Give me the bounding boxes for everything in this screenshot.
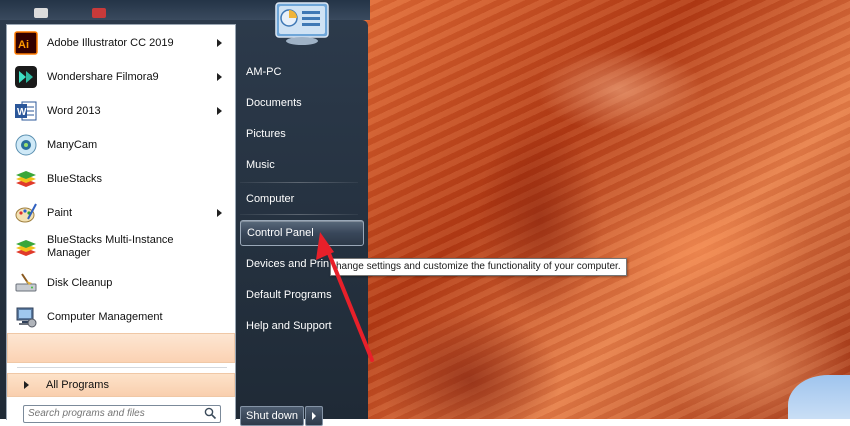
svg-text:Ai: Ai: [18, 39, 29, 51]
bluestacks-multi-icon: [13, 235, 39, 261]
submenu-arrow-icon[interactable]: [217, 39, 222, 47]
program-item-word[interactable]: W Word 2013: [7, 95, 235, 127]
right-item-am-pc[interactable]: AM-PC: [240, 60, 362, 84]
search-input[interactable]: [28, 407, 198, 420]
control-panel-icon: [272, 2, 332, 46]
divider: [17, 367, 227, 368]
start-menu: Ai Adobe Illustrator CC 2019 Wondershare…: [0, 20, 368, 426]
submenu-arrow-icon[interactable]: [217, 73, 222, 81]
search-box[interactable]: [23, 405, 221, 423]
shutdown-options-button[interactable]: [305, 406, 323, 426]
arrow-right-icon: [24, 381, 29, 389]
program-item-illustrator[interactable]: Ai Adobe Illustrator CC 2019: [7, 27, 235, 59]
divider: [240, 214, 358, 215]
right-item-documents[interactable]: Documents: [240, 91, 362, 115]
program-label: Wondershare Filmora9: [47, 70, 159, 83]
program-label: BlueStacks: [47, 172, 103, 185]
all-programs-button[interactable]: All Programs: [7, 373, 235, 397]
program-label: Paint: [47, 206, 73, 219]
program-item-bluestacks-multi[interactable]: BlueStacks Multi-Instance Manager: [7, 231, 235, 265]
manycam-icon: [13, 132, 39, 158]
program-item-disk-cleanup[interactable]: Disk Cleanup: [7, 267, 235, 299]
right-item-pictures[interactable]: Pictures: [240, 122, 362, 146]
right-item-help-support[interactable]: Help and Support: [240, 314, 362, 338]
bluestacks-icon: [13, 166, 39, 192]
program-item-computer-management[interactable]: Computer Management: [7, 301, 235, 333]
illustrator-icon: Ai: [13, 30, 39, 56]
program-label: Disk Cleanup: [47, 276, 113, 289]
right-item-computer[interactable]: Computer: [240, 187, 362, 211]
shutdown-button[interactable]: Shut down: [240, 406, 304, 426]
wallpaper-sky: [788, 375, 850, 419]
paint-icon: [13, 200, 39, 226]
divider: [240, 182, 358, 183]
program-label: Computer Management: [47, 310, 163, 323]
program-item-paint[interactable]: Paint: [7, 197, 235, 229]
program-label: BlueStacks Multi-Instance Manager: [47, 234, 174, 259]
program-label: Word 2013: [47, 104, 101, 117]
programs-pane: Ai Adobe Illustrator CC 2019 Wondershare…: [6, 24, 236, 423]
program-label: Adobe Illustrator CC 2019: [47, 36, 174, 49]
disk-cleanup-icon: [13, 270, 39, 296]
submenu-arrow-icon[interactable]: [217, 107, 222, 115]
all-programs-label: All Programs: [46, 379, 109, 391]
search-icon[interactable]: [204, 407, 217, 420]
word-icon: W: [13, 98, 39, 124]
partial-icon: [92, 8, 106, 18]
filmora-icon: [13, 64, 39, 90]
recent-highlight-bar[interactable]: [7, 333, 235, 363]
submenu-arrow-icon[interactable]: [217, 209, 222, 217]
program-item-filmora[interactable]: Wondershare Filmora9: [7, 61, 235, 93]
program-label: ManyCam: [47, 138, 98, 151]
right-item-control-panel[interactable]: Control Panel: [240, 220, 364, 246]
program-item-manycam[interactable]: ManyCam: [7, 129, 235, 161]
program-item-bluestacks[interactable]: BlueStacks: [7, 163, 235, 195]
partial-icon: [34, 8, 48, 18]
computer-management-icon: [13, 304, 39, 330]
svg-text:W: W: [17, 107, 27, 118]
right-item-default-programs[interactable]: Default Programs: [240, 283, 362, 307]
control-panel-tooltip: hange settings and customize the functio…: [330, 258, 627, 276]
right-item-music[interactable]: Music: [240, 153, 362, 177]
